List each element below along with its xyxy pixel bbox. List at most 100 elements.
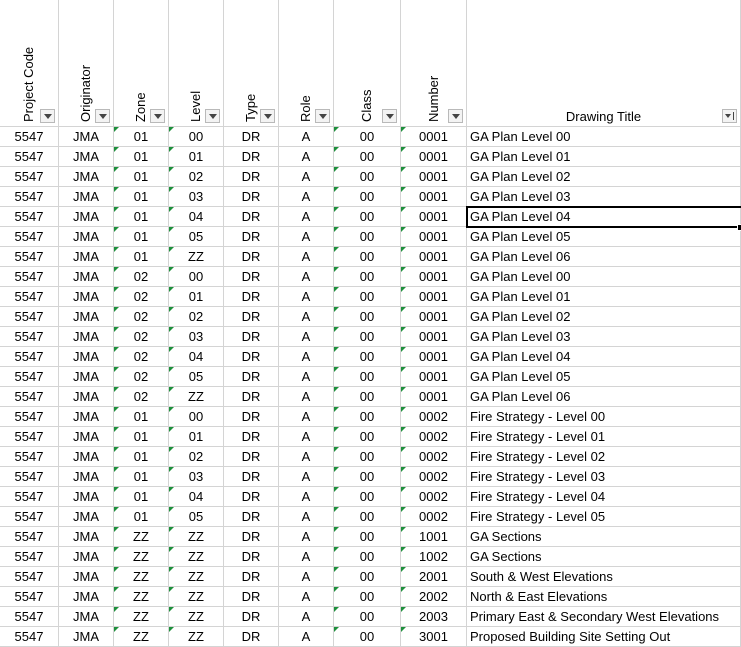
cell-class[interactable]: 00 <box>334 427 401 447</box>
cell-number[interactable]: 1002 <box>401 547 467 567</box>
cell-project-code[interactable]: 5547 <box>0 307 59 327</box>
cell-number[interactable]: 1001 <box>401 527 467 547</box>
cell-originator[interactable]: JMA <box>59 487 114 507</box>
cell-originator[interactable]: JMA <box>59 307 114 327</box>
cell-number[interactable]: 0002 <box>401 467 467 487</box>
cell-originator[interactable]: JMA <box>59 127 114 147</box>
cell-role[interactable]: A <box>279 467 334 487</box>
cell-role[interactable]: A <box>279 287 334 307</box>
cell-type[interactable]: DR <box>224 567 279 587</box>
cell-zone[interactable]: 01 <box>114 207 169 227</box>
cell-number[interactable]: 0001 <box>401 127 467 147</box>
cell-project-code[interactable]: 5547 <box>0 607 59 627</box>
cell-project-code[interactable]: 5547 <box>0 427 59 447</box>
cell-drawing-title[interactable]: Proposed Building Site Setting Out <box>467 627 741 647</box>
cell-class[interactable]: 00 <box>334 387 401 407</box>
header-zone[interactable]: Zone <box>114 0 169 127</box>
cell-type[interactable]: DR <box>224 447 279 467</box>
cell-drawing-title[interactable]: Fire Strategy - Level 04 <box>467 487 741 507</box>
cell-zone[interactable]: 01 <box>114 167 169 187</box>
filter-dropdown-icon[interactable] <box>260 109 275 123</box>
cell-class[interactable]: 00 <box>334 347 401 367</box>
cell-number[interactable]: 0001 <box>401 327 467 347</box>
cell-role[interactable]: A <box>279 307 334 327</box>
cell-originator[interactable]: JMA <box>59 427 114 447</box>
filter-dropdown-icon[interactable] <box>205 109 220 123</box>
cell-level[interactable]: ZZ <box>169 587 224 607</box>
cell-level[interactable]: 01 <box>169 147 224 167</box>
cell-zone[interactable]: 01 <box>114 247 169 267</box>
cell-number[interactable]: 0001 <box>401 147 467 167</box>
cell-drawing-title[interactable]: GA Plan Level 02 <box>467 167 741 187</box>
cell-level[interactable]: ZZ <box>169 247 224 267</box>
cell-class[interactable]: 00 <box>334 267 401 287</box>
cell-project-code[interactable]: 5547 <box>0 167 59 187</box>
cell-type[interactable]: DR <box>224 207 279 227</box>
header-class[interactable]: Class <box>334 0 401 127</box>
cell-zone[interactable]: ZZ <box>114 567 169 587</box>
cell-number[interactable]: 0001 <box>401 307 467 327</box>
cell-drawing-title[interactable]: GA Plan Level 02 <box>467 307 741 327</box>
cell-zone[interactable]: 02 <box>114 387 169 407</box>
cell-project-code[interactable]: 5547 <box>0 147 59 167</box>
cell-class[interactable]: 00 <box>334 327 401 347</box>
cell-role[interactable]: A <box>279 547 334 567</box>
cell-type[interactable]: DR <box>224 587 279 607</box>
cell-class[interactable]: 00 <box>334 487 401 507</box>
cell-type[interactable]: DR <box>224 527 279 547</box>
cell-class[interactable]: 00 <box>334 187 401 207</box>
cell-project-code[interactable]: 5547 <box>0 527 59 547</box>
cell-originator[interactable]: JMA <box>59 247 114 267</box>
cell-level[interactable]: 02 <box>169 167 224 187</box>
cell-type[interactable]: DR <box>224 187 279 207</box>
cell-originator[interactable]: JMA <box>59 267 114 287</box>
cell-class[interactable]: 00 <box>334 547 401 567</box>
cell-type[interactable]: DR <box>224 507 279 527</box>
cell-originator[interactable]: JMA <box>59 507 114 527</box>
cell-zone[interactable]: 02 <box>114 327 169 347</box>
cell-type[interactable]: DR <box>224 487 279 507</box>
cell-role[interactable]: A <box>279 487 334 507</box>
filter-dropdown-icon[interactable] <box>315 109 330 123</box>
cell-zone[interactable]: 01 <box>114 127 169 147</box>
cell-drawing-title[interactable]: GA Plan Level 01 <box>467 287 741 307</box>
cell-number[interactable]: 2001 <box>401 567 467 587</box>
cell-level[interactable]: 05 <box>169 367 224 387</box>
cell-level[interactable]: ZZ <box>169 567 224 587</box>
cell-project-code[interactable]: 5547 <box>0 347 59 367</box>
cell-number[interactable]: 2003 <box>401 607 467 627</box>
cell-number[interactable]: 0001 <box>401 347 467 367</box>
cell-type[interactable]: DR <box>224 347 279 367</box>
cell-class[interactable]: 00 <box>334 627 401 647</box>
cell-class[interactable]: 00 <box>334 307 401 327</box>
cell-level[interactable]: 04 <box>169 207 224 227</box>
cell-class[interactable]: 00 <box>334 507 401 527</box>
cell-number[interactable]: 0001 <box>401 247 467 267</box>
cell-zone[interactable]: 01 <box>114 507 169 527</box>
cell-drawing-title[interactable]: GA Plan Level 06 <box>467 387 741 407</box>
cell-type[interactable]: DR <box>224 227 279 247</box>
cell-zone[interactable]: 02 <box>114 287 169 307</box>
cell-level[interactable]: 01 <box>169 427 224 447</box>
cell-role[interactable]: A <box>279 227 334 247</box>
cell-originator[interactable]: JMA <box>59 207 114 227</box>
cell-level[interactable]: 00 <box>169 267 224 287</box>
cell-originator[interactable]: JMA <box>59 527 114 547</box>
cell-class[interactable]: 00 <box>334 467 401 487</box>
cell-zone[interactable]: 01 <box>114 147 169 167</box>
cell-drawing-title[interactable]: GA Plan Level 01 <box>467 147 741 167</box>
cell-class[interactable]: 00 <box>334 287 401 307</box>
cell-number[interactable]: 0002 <box>401 507 467 527</box>
cell-originator[interactable]: JMA <box>59 607 114 627</box>
cell-role[interactable]: A <box>279 387 334 407</box>
cell-drawing-title[interactable]: GA Plan Level 06 <box>467 247 741 267</box>
cell-class[interactable]: 00 <box>334 407 401 427</box>
cell-level[interactable]: 05 <box>169 507 224 527</box>
cell-type[interactable]: DR <box>224 267 279 287</box>
cell-class[interactable]: 00 <box>334 527 401 547</box>
cell-type[interactable]: DR <box>224 607 279 627</box>
cell-level[interactable]: 04 <box>169 487 224 507</box>
cell-level[interactable]: 01 <box>169 287 224 307</box>
cell-zone[interactable]: 01 <box>114 487 169 507</box>
cell-role[interactable]: A <box>279 187 334 207</box>
